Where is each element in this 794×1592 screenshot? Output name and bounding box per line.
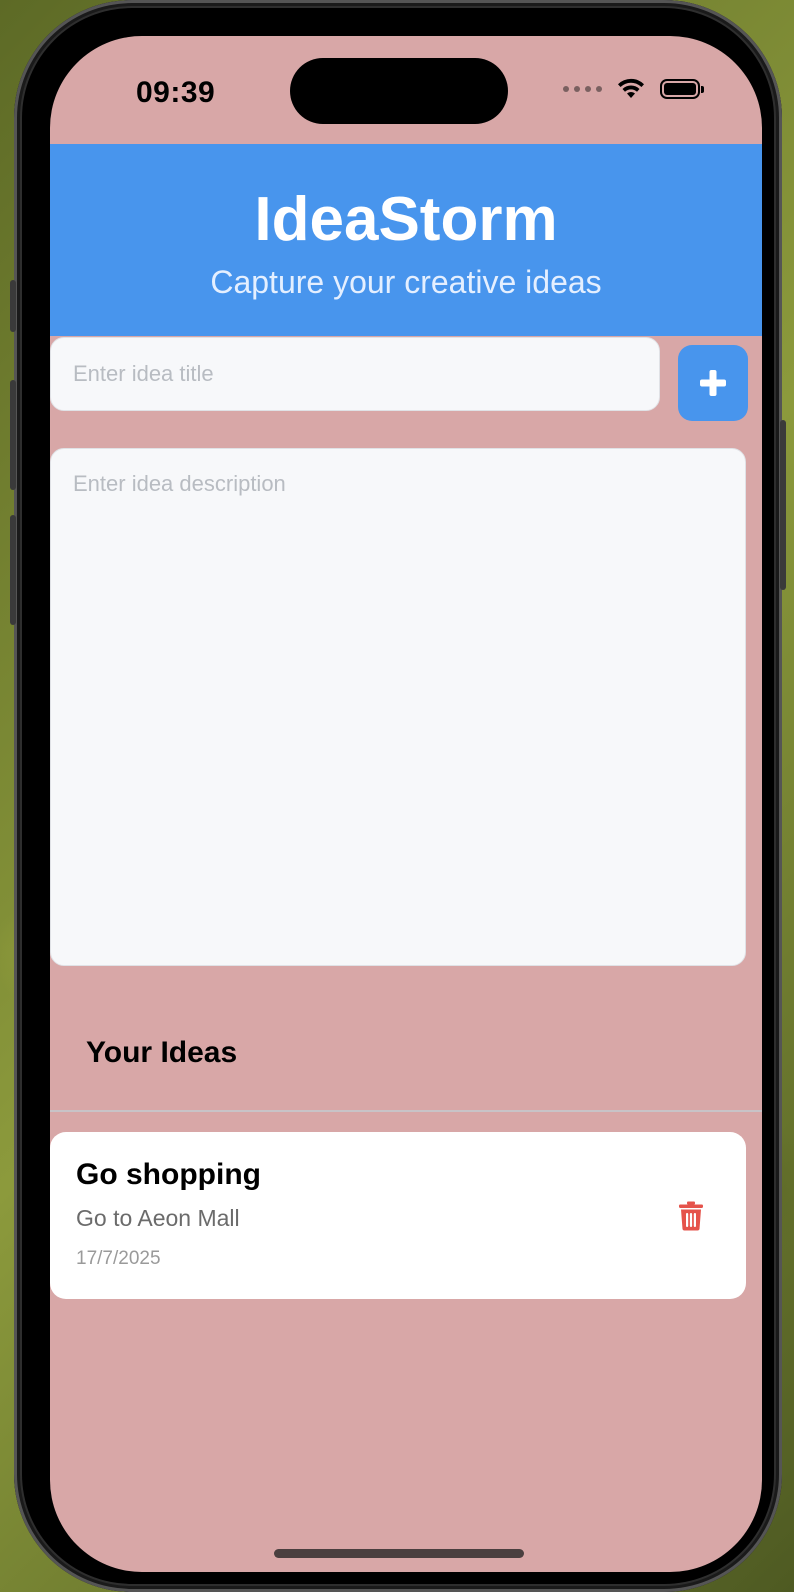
- app-title: IdeaStorm: [254, 185, 558, 254]
- idea-card-date: 17/7/2025: [76, 1248, 161, 1269]
- status-bar: 09:39: [50, 36, 762, 144]
- status-time: 09:39: [136, 76, 216, 109]
- app-header: IdeaStorm Capture your creative ideas: [50, 144, 762, 336]
- trash-icon: [679, 1201, 703, 1231]
- idea-description-input[interactable]: [50, 448, 746, 966]
- status-icons: [563, 78, 704, 100]
- home-indicator[interactable]: [274, 1549, 524, 1558]
- idea-card-title: Go shopping: [76, 1158, 261, 1191]
- your-ideas-heading: Your Ideas: [86, 1036, 238, 1069]
- delete-idea-button[interactable]: [674, 1198, 708, 1236]
- plus-icon: [700, 370, 726, 396]
- battery-icon: [660, 79, 704, 99]
- idea-card[interactable]: Go shopping Go to Aeon Mall 17/7/2025: [50, 1132, 746, 1299]
- add-idea-button[interactable]: [678, 345, 748, 421]
- wifi-icon: [618, 78, 644, 98]
- idea-title-input[interactable]: [50, 337, 660, 411]
- volume-down-button: [10, 515, 16, 625]
- section-divider: [50, 1110, 762, 1112]
- signal-dots-icon: [563, 86, 602, 92]
- phone-bezel: 09:39 IdeaStorm Capture your creative id…: [22, 8, 774, 1584]
- volume-up-button: [10, 380, 16, 490]
- dynamic-island: [290, 58, 508, 124]
- idea-card-description: Go to Aeon Mall: [76, 1205, 240, 1231]
- app-screen: 09:39 IdeaStorm Capture your creative id…: [50, 36, 762, 1572]
- power-button: [780, 420, 786, 590]
- app-subtitle: Capture your creative ideas: [210, 264, 602, 300]
- action-button: [10, 280, 16, 332]
- phone-frame: 09:39 IdeaStorm Capture your creative id…: [10, 0, 786, 1592]
